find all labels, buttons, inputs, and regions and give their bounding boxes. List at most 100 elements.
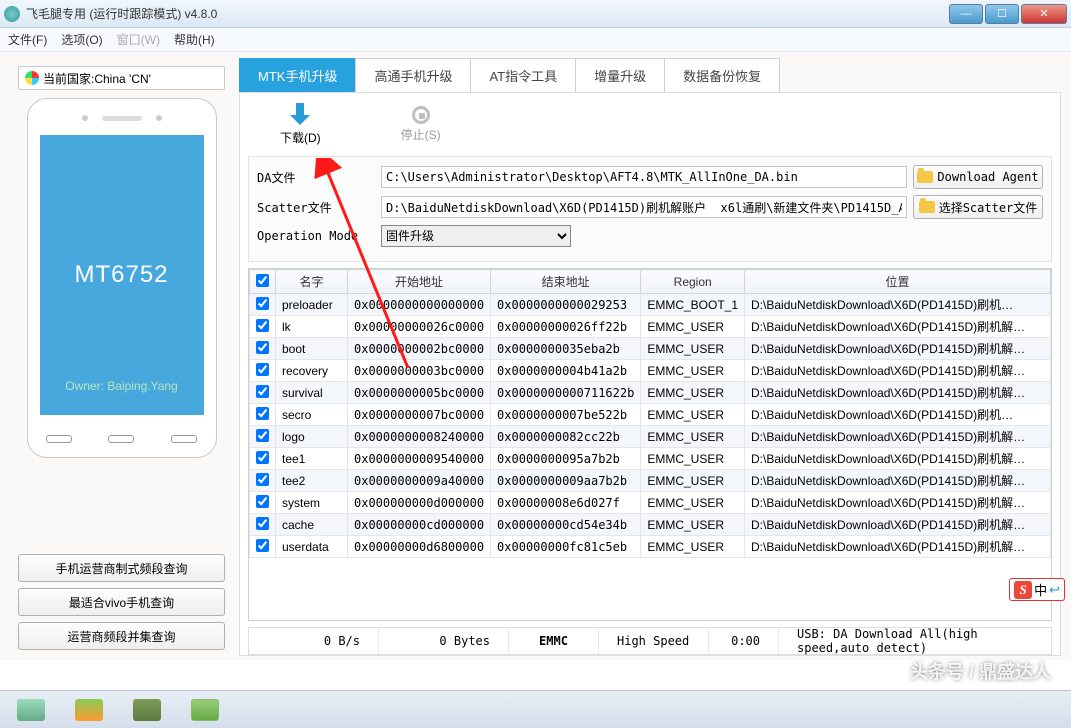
status-speed: High Speed	[599, 628, 709, 654]
tab-at-tool[interactable]: AT指令工具	[470, 58, 576, 92]
form-area: DA文件 Download Agent Scatter文件 选择Scatter文…	[248, 156, 1052, 262]
cell-name: recovery	[276, 360, 348, 382]
table-row[interactable]: survival0x0000000005bc00000x000000000071…	[250, 382, 1051, 404]
status-time: 0:00	[709, 628, 779, 654]
task-app-3[interactable]	[120, 695, 174, 725]
row-checkbox[interactable]	[256, 495, 269, 508]
cell-region: EMMC_BOOT_1	[641, 294, 745, 316]
task-app-4[interactable]	[178, 695, 232, 725]
table-row[interactable]: lk0x00000000026c00000x00000000026ff22bEM…	[250, 316, 1051, 338]
row-checkbox[interactable]	[256, 451, 269, 464]
cell-name: lk	[276, 316, 348, 338]
choose-scatter-button[interactable]: 选择Scatter文件	[913, 195, 1043, 219]
cell-position: D:\BaiduNetdiskDownload\X6D(PD1415D)刷机解…	[745, 492, 1051, 514]
cell-start: 0x0000000005bc0000	[348, 382, 491, 404]
partition-table: 名字 开始地址 结束地址 Region 位置 preloader0x000000…	[248, 268, 1052, 621]
phone-model: MT6752	[74, 261, 168, 289]
row-checkbox[interactable]	[256, 407, 269, 420]
download-button[interactable]: 下载(D)	[280, 103, 321, 146]
cell-name: preloader	[276, 294, 348, 316]
window-title: 飞毛腿专用 (运行时跟踪模式) v4.8.0	[26, 5, 947, 22]
table-row[interactable]: tee10x00000000095400000x0000000095a7b2bE…	[250, 448, 1051, 470]
table-row[interactable]: tee20x0000000009a400000x0000000009aa7b2b…	[250, 470, 1051, 492]
cell-region: EMMC_USER	[641, 426, 745, 448]
scatter-file-input[interactable]	[381, 196, 907, 218]
taskbar	[0, 690, 1071, 728]
cell-start: 0x00000000cd000000	[348, 514, 491, 536]
tab-delta-upgrade[interactable]: 增量升级	[575, 58, 665, 92]
table-row[interactable]: logo0x00000000082400000x0000000082cc22bE…	[250, 426, 1051, 448]
row-checkbox[interactable]	[256, 473, 269, 486]
header-end[interactable]: 结束地址	[491, 270, 641, 294]
cell-region: EMMC_USER	[641, 360, 745, 382]
row-checkbox[interactable]	[256, 297, 269, 310]
menu-help[interactable]: 帮助(H)	[174, 31, 215, 48]
cell-start: 0x0000000008240000	[348, 426, 491, 448]
da-file-input[interactable]	[381, 166, 907, 188]
tab-backup-restore[interactable]: 数据备份恢复	[664, 58, 780, 92]
table-row[interactable]: cache0x00000000cd0000000x00000000cd54e34…	[250, 514, 1051, 536]
tab-mtk-upgrade[interactable]: MTK手机升级	[239, 58, 356, 92]
task-app-2[interactable]	[62, 695, 116, 725]
carrier-band-query-button[interactable]: 手机运营商制式频段查询	[18, 554, 225, 582]
row-checkbox[interactable]	[256, 319, 269, 332]
cell-region: EMMC_USER	[641, 382, 745, 404]
status-bytes: 0 Bytes	[379, 628, 509, 654]
row-checkbox[interactable]	[256, 363, 269, 376]
ime-badge[interactable]: S 中 ↩	[1009, 578, 1065, 601]
row-checkbox[interactable]	[256, 539, 269, 552]
row-checkbox[interactable]	[256, 429, 269, 442]
menu-options[interactable]: 选项(O)	[61, 31, 102, 48]
header-name[interactable]: 名字	[276, 270, 348, 294]
cell-end: 0x0000000035eba2b	[491, 338, 641, 360]
maximize-button[interactable]: ☐	[985, 4, 1019, 24]
close-button[interactable]: ✕	[1021, 4, 1067, 24]
download-arrow-icon	[286, 103, 314, 127]
menu-file[interactable]: 文件(F)	[8, 31, 47, 48]
table-row[interactable]: secro0x0000000007bc00000x0000000007be522…	[250, 404, 1051, 426]
status-bar: 0 B/s 0 Bytes EMMC High Speed 0:00 USB: …	[248, 627, 1052, 655]
table-row[interactable]: system0x000000000d0000000x00000008e6d027…	[250, 492, 1051, 514]
row-checkbox[interactable]	[256, 341, 269, 354]
country-label: 当前国家:China 'CN'	[43, 70, 151, 87]
header-position[interactable]: 位置	[745, 270, 1051, 294]
cell-position: D:\BaiduNetdiskDownload\X6D(PD1415D)刷机解…	[745, 316, 1051, 338]
cell-start: 0x000000000d000000	[348, 492, 491, 514]
cell-start: 0x00000000026c0000	[348, 316, 491, 338]
cell-position: D:\BaiduNetdiskDownload\X6D(PD1415D)刷机解…	[745, 470, 1051, 492]
scatter-file-label: Scatter文件	[257, 199, 375, 216]
cell-name: secro	[276, 404, 348, 426]
table-row[interactable]: boot0x0000000002bc00000x0000000035eba2bE…	[250, 338, 1051, 360]
status-usb: USB: DA Download All(high speed,auto det…	[779, 628, 1051, 654]
table-row[interactable]: recovery0x0000000003bc00000x0000000004b4…	[250, 360, 1051, 382]
band-union-query-button[interactable]: 运营商频段并集查询	[18, 622, 225, 650]
task-app-1[interactable]	[4, 695, 58, 725]
cell-region: EMMC_USER	[641, 470, 745, 492]
header-region[interactable]: Region	[641, 270, 745, 294]
cell-region: EMMC_USER	[641, 316, 745, 338]
cell-name: cache	[276, 514, 348, 536]
table-row[interactable]: preloader0x00000000000000000x00000000000…	[250, 294, 1051, 316]
phone-owner: Owner: Baiping.Yang	[65, 379, 178, 393]
vivo-query-button[interactable]: 最适合vivo手机查询	[18, 588, 225, 616]
cell-position: D:\BaiduNetdiskDownload\X6D(PD1415D)刷机…	[745, 404, 1051, 426]
cell-name: boot	[276, 338, 348, 360]
country-indicator[interactable]: 当前国家:China 'CN'	[18, 66, 225, 90]
minimize-button[interactable]: —	[949, 4, 983, 24]
globe-icon	[25, 71, 39, 85]
table-row[interactable]: userdata0x00000000d68000000x00000000fc81…	[250, 536, 1051, 558]
download-label: 下载(D)	[280, 129, 321, 146]
menu-window[interactable]: 窗囗(W)	[117, 31, 160, 48]
cell-region: EMMC_USER	[641, 448, 745, 470]
download-agent-button[interactable]: Download Agent	[913, 165, 1043, 189]
tab-qualcomm-upgrade[interactable]: 高通手机升级	[355, 58, 471, 92]
operation-mode-select[interactable]: 固件升级	[381, 225, 571, 247]
row-checkbox[interactable]	[256, 517, 269, 530]
cell-position: D:\BaiduNetdiskDownload\X6D(PD1415D)刷机解…	[745, 536, 1051, 558]
cell-position: D:\BaiduNetdiskDownload\X6D(PD1415D)刷机解…	[745, 448, 1051, 470]
stop-button[interactable]: 停止(S)	[401, 106, 441, 143]
header-start[interactable]: 开始地址	[348, 270, 491, 294]
cell-start: 0x0000000009540000	[348, 448, 491, 470]
row-checkbox[interactable]	[256, 385, 269, 398]
header-checkbox[interactable]	[250, 270, 276, 294]
